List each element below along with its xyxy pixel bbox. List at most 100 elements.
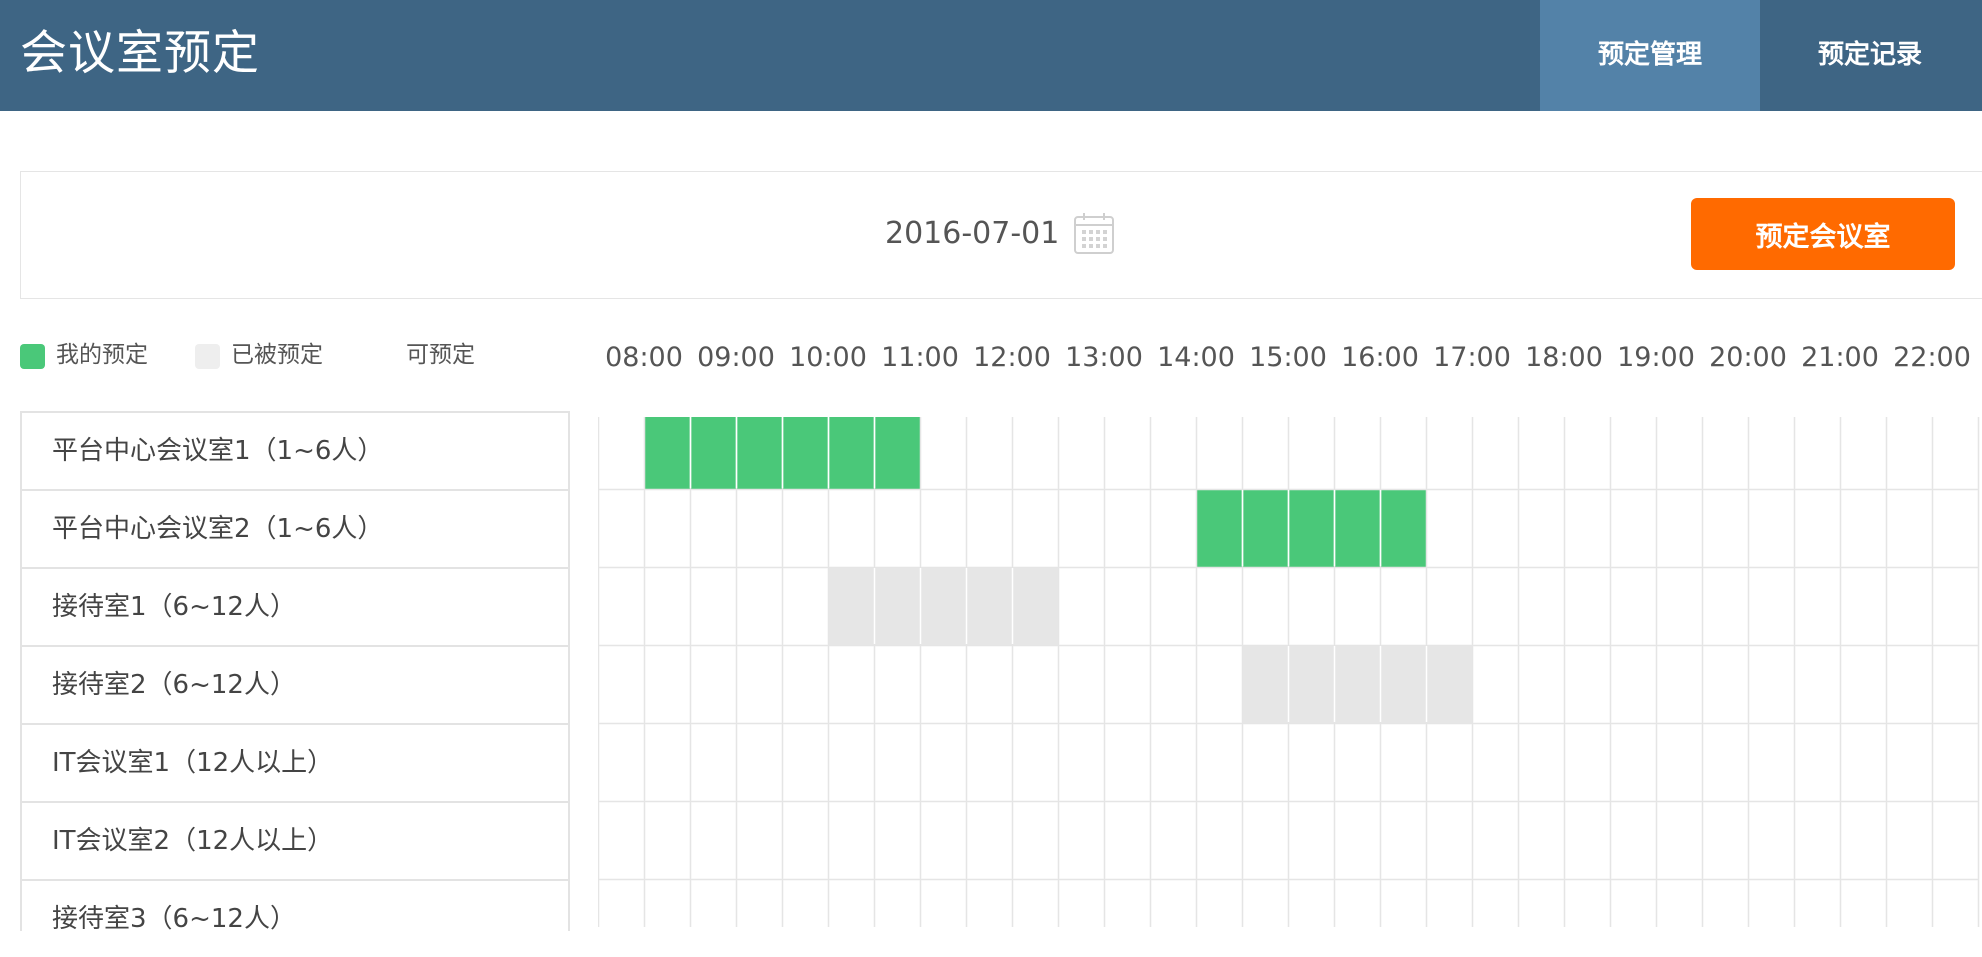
slot-cell[interactable]: [1104, 567, 1150, 645]
slot-cell[interactable]: [1426, 801, 1472, 879]
slot-cell[interactable]: [690, 567, 736, 645]
slot-cell[interactable]: [1564, 567, 1610, 645]
slot-cell[interactable]: [598, 417, 644, 489]
slot-cell[interactable]: [874, 489, 920, 567]
slot-cell[interactable]: [874, 645, 920, 723]
room-row[interactable]: 接待室1（6~12人）: [22, 567, 568, 645]
slot-cell[interactable]: [1840, 645, 1886, 723]
booked-slot[interactable]: [828, 567, 874, 645]
slot-cell[interactable]: [1886, 567, 1932, 645]
my-booking-slot[interactable]: [690, 417, 736, 489]
slot-cell[interactable]: [690, 801, 736, 879]
slot-cell[interactable]: [1656, 723, 1702, 801]
slot-cell[interactable]: [1840, 417, 1886, 489]
room-row[interactable]: IT会议室2（12人以上）: [22, 801, 568, 879]
slot-cell[interactable]: [644, 567, 690, 645]
my-booking-slot[interactable]: [736, 417, 782, 489]
slot-cell[interactable]: [1242, 801, 1288, 879]
my-booking-slot[interactable]: [1196, 489, 1242, 567]
slot-cell[interactable]: [966, 417, 1012, 489]
slot-cell[interactable]: [1840, 567, 1886, 645]
my-booking-slot[interactable]: [644, 417, 690, 489]
slot-cell[interactable]: [736, 645, 782, 723]
slot-cell[interactable]: [736, 723, 782, 801]
slot-cell[interactable]: [1932, 723, 1978, 801]
calendar-icon[interactable]: [1071, 210, 1117, 256]
slot-cell[interactable]: [1288, 801, 1334, 879]
slot-cell[interactable]: [966, 489, 1012, 567]
slot-cell[interactable]: [1196, 801, 1242, 879]
slot-cell[interactable]: [1794, 417, 1840, 489]
slot-cell[interactable]: [1564, 801, 1610, 879]
slot-cell[interactable]: [1702, 645, 1748, 723]
slot-cell[interactable]: [782, 567, 828, 645]
slot-cell[interactable]: [1012, 645, 1058, 723]
slot-cell[interactable]: [1058, 567, 1104, 645]
booked-slot[interactable]: [1012, 567, 1058, 645]
slot-cell[interactable]: [1610, 489, 1656, 567]
slot-cell[interactable]: [1472, 567, 1518, 645]
booked-slot[interactable]: [874, 567, 920, 645]
tab-booking-management[interactable]: 预定管理: [1540, 0, 1760, 111]
selected-date[interactable]: 2016-07-01: [885, 214, 1059, 254]
slot-cell[interactable]: [1058, 723, 1104, 801]
slot-cell[interactable]: [1702, 417, 1748, 489]
slot-cell[interactable]: [1472, 645, 1518, 723]
slot-cell[interactable]: [598, 489, 644, 567]
booked-slot[interactable]: [1334, 645, 1380, 723]
slot-cell[interactable]: [1886, 489, 1932, 567]
slot-cell[interactable]: [966, 723, 1012, 801]
slot-cell[interactable]: [1610, 801, 1656, 879]
slot-cell[interactable]: [1104, 801, 1150, 879]
slot-cell[interactable]: [1058, 489, 1104, 567]
slot-cell[interactable]: [1334, 567, 1380, 645]
slot-cell[interactable]: [874, 723, 920, 801]
slot-cell[interactable]: [1748, 489, 1794, 567]
slot-cell[interactable]: [966, 645, 1012, 723]
my-booking-slot[interactable]: [1288, 489, 1334, 567]
booked-slot[interactable]: [1380, 645, 1426, 723]
slot-cell[interactable]: [690, 645, 736, 723]
room-row[interactable]: 接待室2（6~12人）: [22, 645, 568, 723]
my-booking-slot[interactable]: [782, 417, 828, 489]
slot-cell[interactable]: [1656, 801, 1702, 879]
slot-cell[interactable]: [828, 489, 874, 567]
slot-cell[interactable]: [1702, 801, 1748, 879]
slot-cell[interactable]: [1748, 645, 1794, 723]
slot-cell[interactable]: [966, 801, 1012, 879]
slot-cell[interactable]: [1150, 723, 1196, 801]
slot-cell[interactable]: [1150, 567, 1196, 645]
booked-slot[interactable]: [966, 567, 1012, 645]
slot-cell[interactable]: [1196, 723, 1242, 801]
slot-cell[interactable]: [1932, 489, 1978, 567]
my-booking-slot[interactable]: [828, 417, 874, 489]
slot-cell[interactable]: [1518, 489, 1564, 567]
slot-cell[interactable]: [1886, 801, 1932, 879]
slot-cell[interactable]: [828, 723, 874, 801]
slot-cell[interactable]: [1656, 567, 1702, 645]
slot-cell[interactable]: [1242, 723, 1288, 801]
slot-cell[interactable]: [1058, 801, 1104, 879]
slot-cell[interactable]: [1334, 417, 1380, 489]
slot-cell[interactable]: [1104, 417, 1150, 489]
slot-cell[interactable]: [1058, 417, 1104, 489]
slot-cell[interactable]: [828, 801, 874, 879]
slot-cell[interactable]: [1012, 417, 1058, 489]
slot-cell[interactable]: [1932, 417, 1978, 489]
slot-cell[interactable]: [598, 567, 644, 645]
slot-cell[interactable]: [1150, 489, 1196, 567]
booked-slot[interactable]: [1242, 645, 1288, 723]
slot-cell[interactable]: [1840, 489, 1886, 567]
slot-cell[interactable]: [1748, 567, 1794, 645]
slot-cell[interactable]: [1932, 801, 1978, 879]
slot-cell[interactable]: [1288, 567, 1334, 645]
slot-cell[interactable]: [782, 645, 828, 723]
slot-cell[interactable]: [1104, 645, 1150, 723]
slot-cell[interactable]: [1518, 801, 1564, 879]
slot-cell[interactable]: [920, 723, 966, 801]
slot-cell[interactable]: [1564, 489, 1610, 567]
slot-cell[interactable]: [1794, 801, 1840, 879]
slot-cell[interactable]: [644, 489, 690, 567]
booked-slot[interactable]: [1426, 645, 1472, 723]
slot-cell[interactable]: [1242, 567, 1288, 645]
